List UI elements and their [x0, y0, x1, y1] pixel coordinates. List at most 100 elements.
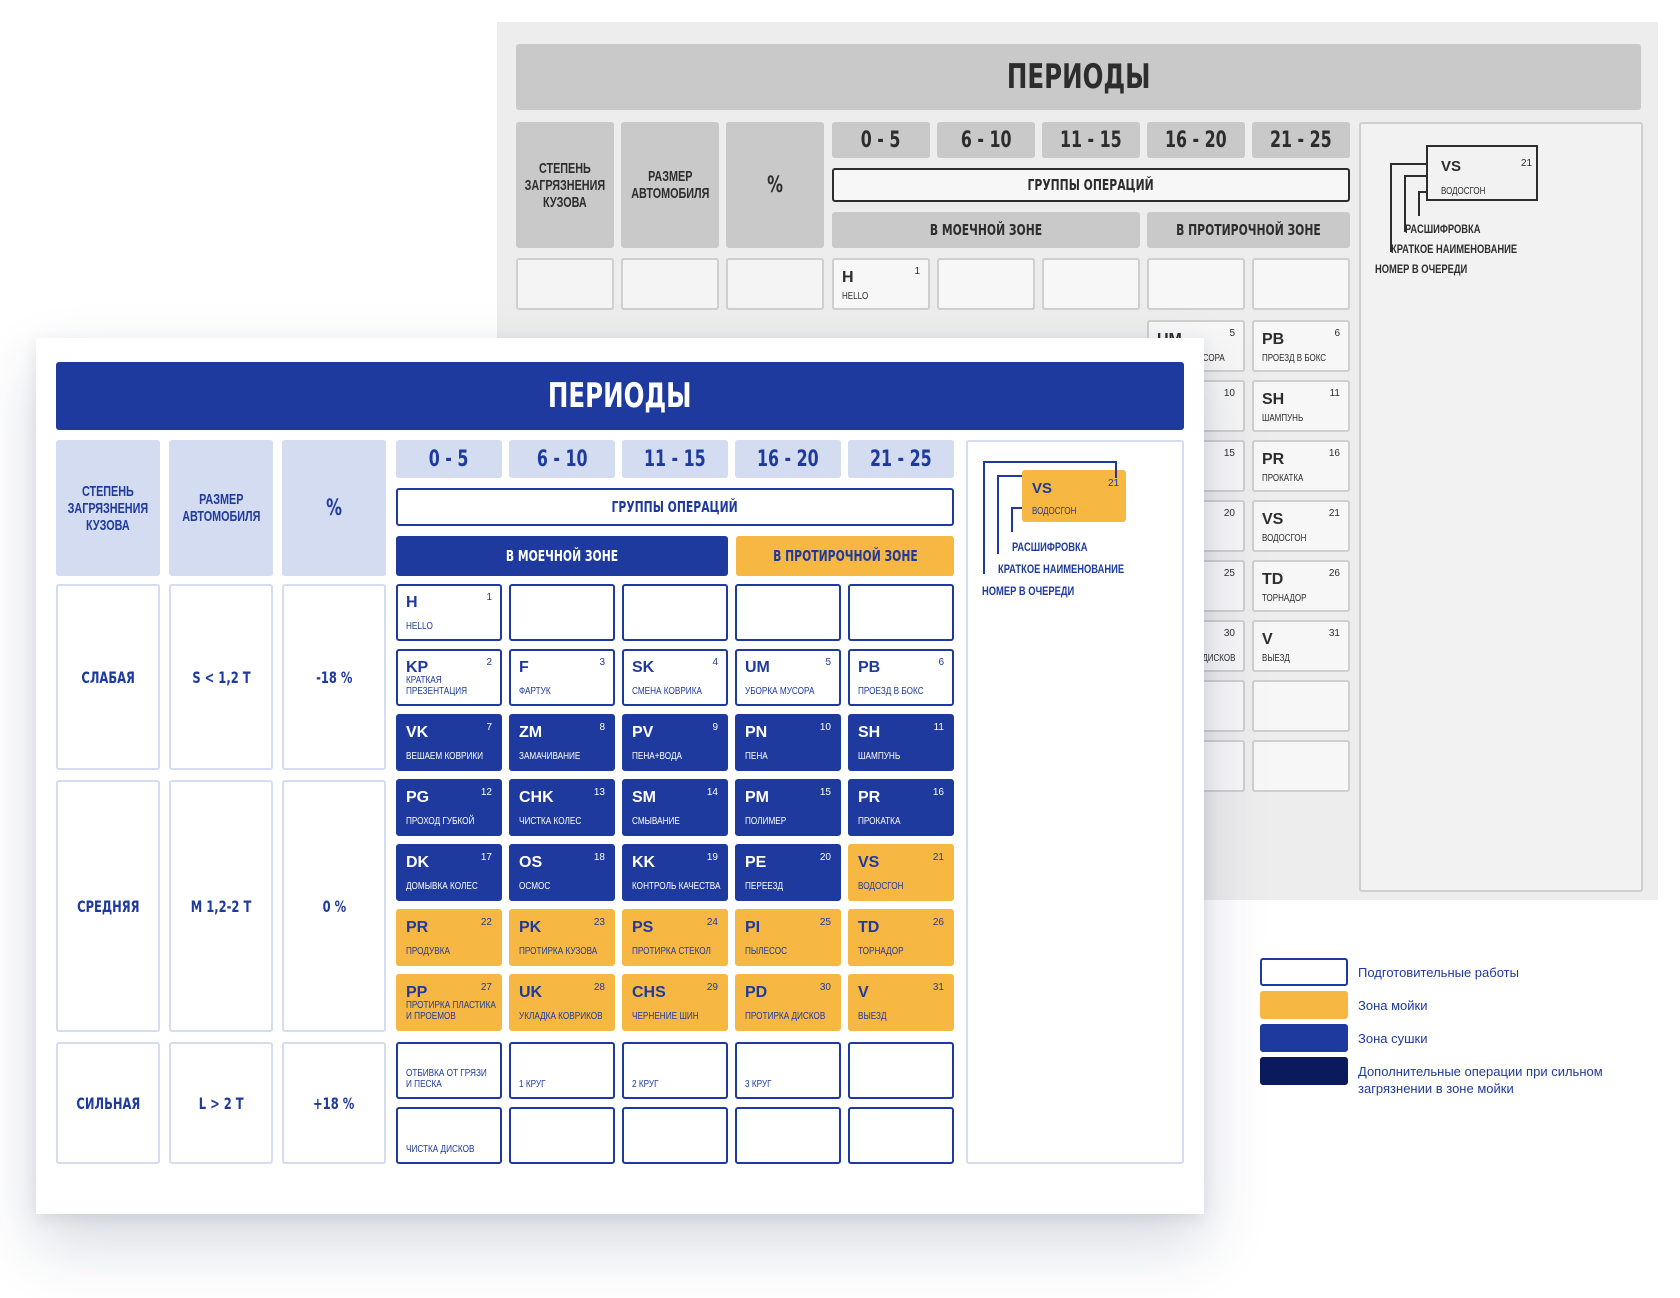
- back-op-code: V: [1262, 631, 1273, 648]
- op-name: 3 КРУГ: [745, 1079, 772, 1090]
- op-num: 24: [706, 917, 718, 928]
- legend-swatch: [1260, 1024, 1348, 1052]
- back-operation-card: [1147, 258, 1245, 310]
- op-code: H: [406, 594, 418, 611]
- back-groups-bar: ГРУППЫ ОПЕРАЦИЙ: [832, 168, 1350, 202]
- operation-card: KK 19 КОНТРОЛЬ КАЧЕСТВА: [622, 844, 728, 901]
- legend-item: Зона мойки: [1260, 991, 1660, 1021]
- op-num: 30: [819, 982, 831, 993]
- op-name: ПРОЕЗД В БОКС: [858, 686, 924, 697]
- legend-item: Дополнительные операции при сильном загр…: [1260, 1057, 1660, 1096]
- back-op-name: ПРОЕЗД В БОКС: [1262, 353, 1327, 364]
- operation-card: PD 30 ПРОТИРКА ДИСКОВ: [735, 974, 841, 1031]
- back-key-label-short: КРАТКОЕ НАИМЕНОВАНИЕ: [1391, 242, 1518, 256]
- op-num: 13: [593, 787, 605, 798]
- op-name: ОТБИВКА ОТ ГРЯЗИ И ПЕСКА: [406, 1068, 487, 1090]
- period-header: 21 - 25: [848, 440, 954, 478]
- op-name: УБОРКА МУСОРА: [745, 686, 815, 697]
- back-period-label: 0 - 5: [861, 127, 901, 153]
- header-degree: СТЕПЕНЬ ЗАГРЯЗНЕНИЯ КУЗОВА: [56, 440, 160, 576]
- operation-card: F 3 ФАРТУК: [509, 649, 615, 706]
- back-row-cell: [621, 258, 719, 310]
- back-header-degree: СТЕПЕНЬ ЗАГРЯЗНЕНИЯ КУЗОВА: [516, 122, 614, 248]
- op-name: ЧИСТКА КОЛЕС: [519, 816, 582, 827]
- op-code: SK: [632, 659, 655, 676]
- back-op-num: 30: [1223, 628, 1235, 639]
- op-name: ПЕНА+ВОДА: [632, 751, 682, 762]
- operation-card: UM 5 УБОРКА МУСОРА: [735, 649, 841, 706]
- operation-card: H 1 HELLO: [396, 584, 502, 641]
- op-name: ВЫЕЗД: [858, 1011, 887, 1022]
- back-op-name: ТОРНАДОР: [1262, 593, 1307, 604]
- back-row-cell: [516, 258, 614, 310]
- op-num: 22: [480, 917, 492, 928]
- back-header-percent: %: [726, 122, 824, 248]
- operation-card: V 31 ВЫЕЗД: [848, 974, 954, 1031]
- operation-card: CHS 29 ЧЕРНЕНИЕ ШИН: [622, 974, 728, 1031]
- row-degree-weak: СЛАБАЯ: [56, 584, 160, 770]
- period-header: 6 - 10: [509, 440, 615, 478]
- op-num: 3: [599, 657, 605, 668]
- op-code: PK: [519, 919, 542, 936]
- back-wipe-zone: В ПРОТИРОЧНОЙ ЗОНЕ: [1147, 212, 1350, 248]
- op-num: 17: [480, 852, 492, 863]
- back-op-num: 1: [914, 266, 920, 277]
- back-operation-card: [1252, 740, 1350, 792]
- back-groups-label: ГРУППЫ ОПЕРАЦИЙ: [1027, 176, 1155, 194]
- back-op-num: 16: [1328, 448, 1340, 459]
- op-name: СМЕНА КОВРИКА: [632, 686, 702, 697]
- operation-card: [735, 584, 841, 641]
- back-op-name: HELLO: [842, 291, 869, 302]
- op-name: ДОМЫВКА КОЛЕС: [406, 881, 478, 892]
- operation-card: 2 КРУГ: [622, 1042, 728, 1099]
- operation-card: 1 КРУГ: [509, 1042, 615, 1099]
- back-period-header: 16 - 20: [1147, 122, 1245, 158]
- row-percent-strong: +18 %: [282, 1042, 386, 1164]
- back-op-code: PR: [1262, 451, 1285, 468]
- op-code: PI: [745, 919, 761, 936]
- back-op-num: 11: [1329, 388, 1340, 399]
- header-size-label: РАЗМЕР АВТОМОБИЛЯ: [181, 491, 261, 525]
- op-num: 27: [480, 982, 492, 993]
- operation-card: UK 28 УКЛАДКА КОВРИКОВ: [509, 974, 615, 1031]
- op-code: V: [858, 984, 869, 1001]
- groups-label: ГРУППЫ ОПЕРАЦИЙ: [611, 498, 739, 516]
- op-name: ЧИСТКА ДИСКОВ: [406, 1144, 475, 1155]
- operation-card: SM 14 СМЫВАНИЕ: [622, 779, 728, 836]
- op-code: PV: [632, 724, 654, 741]
- wash-zone-bar: В МОЕЧНОЙ ЗОНЕ: [396, 536, 728, 576]
- operation-card: TD 26 ТОРНАДОР: [848, 909, 954, 966]
- back-op-num: 31: [1328, 628, 1340, 639]
- op-code: ZM: [519, 724, 543, 741]
- op-name: ПРОТИРКА СТЕКОЛ: [632, 946, 711, 957]
- operation-card: [622, 584, 728, 641]
- op-num: 15: [819, 787, 831, 798]
- back-wash-zone: В МОЕЧНОЙ ЗОНЕ: [832, 212, 1140, 248]
- back-op-name: ВЫЕЗД: [1262, 653, 1290, 664]
- back-op-code: H: [842, 269, 854, 286]
- op-code: UM: [745, 659, 770, 676]
- op-code: DK: [406, 854, 430, 871]
- back-op-num: 25: [1223, 568, 1235, 579]
- op-num: 29: [706, 982, 718, 993]
- op-name: ЧЕРНЕНИЕ ШИН: [632, 1011, 699, 1022]
- op-name: ОСМОС: [519, 881, 551, 892]
- front-title-bar: ПЕРИОДЫ: [56, 362, 1184, 430]
- op-num: 25: [819, 917, 831, 928]
- op-code: SM: [632, 789, 656, 806]
- op-name: ПРОХОД ГУБКОЙ: [406, 816, 475, 827]
- op-code: KK: [632, 854, 656, 871]
- op-num: 6: [938, 657, 944, 668]
- legend-swatch: [1260, 1057, 1348, 1085]
- back-period-header: 6 - 10: [937, 122, 1035, 158]
- op-num: 18: [593, 852, 605, 863]
- back-operation-card: [1252, 680, 1350, 732]
- back-op-num: 5: [1229, 328, 1235, 339]
- op-name: КОНТРОЛЬ КАЧЕСТВА: [632, 881, 721, 892]
- op-code: PR: [858, 789, 881, 806]
- row-size-medium: M 1,2-2 Т: [169, 780, 273, 1032]
- op-num: 31: [932, 982, 944, 993]
- period-label: 21 - 25: [870, 446, 932, 472]
- period-header: 0 - 5: [396, 440, 502, 478]
- operation-card: PK 23 ПРОТИРКА КУЗОВА: [509, 909, 615, 966]
